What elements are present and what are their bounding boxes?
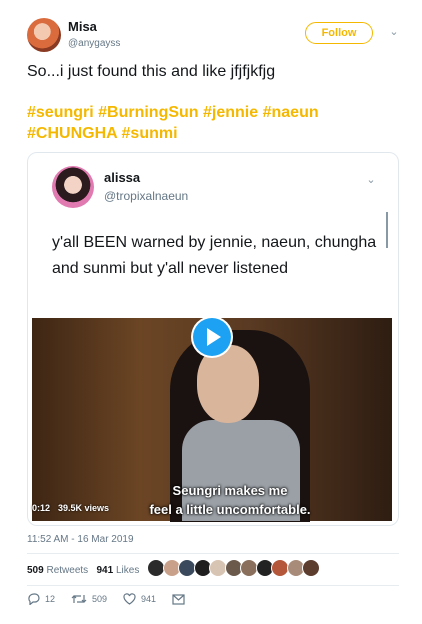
retweet-action-count: 509 xyxy=(92,594,108,604)
scrollbar[interactable] xyxy=(386,212,388,248)
envelope-icon xyxy=(172,593,185,605)
reply-count: 12 xyxy=(45,594,56,604)
retweets-label[interactable]: Retweets xyxy=(46,565,88,576)
heart-icon xyxy=(123,593,136,605)
tweet-text: So...i just found this and like jfjfjkfj… xyxy=(27,63,276,80)
chevron-down-icon[interactable]: ⌄ xyxy=(388,26,400,38)
liker-avatars[interactable] xyxy=(147,559,322,579)
quoted-avatar[interactable] xyxy=(52,166,94,208)
quoted-name[interactable]: alissa xyxy=(104,170,140,185)
subtitle-line-1: Seungri makes me xyxy=(172,483,288,498)
like-action-count: 941 xyxy=(141,594,157,604)
subtitle-line-2: feel a little uncomfortable. xyxy=(149,502,311,517)
author-handle[interactable]: @anygayss xyxy=(68,38,120,49)
quoted-text: y'all BEEN warned by jennie, naeun, chun… xyxy=(52,234,377,277)
video-views: 39.5K views xyxy=(58,503,110,513)
like-action[interactable]: 941 xyxy=(123,593,156,605)
video-subtitle: Seungri makes me feel a little uncomfort… xyxy=(110,481,350,519)
quoted-handle[interactable]: @tropixalnaeun xyxy=(104,189,188,203)
likes-label[interactable]: Likes xyxy=(116,565,139,576)
play-icon xyxy=(207,328,221,346)
video-frame-face xyxy=(197,345,259,423)
tweet-stats: 509 Retweets 941 Likes xyxy=(27,565,139,576)
author-avatar[interactable] xyxy=(27,18,61,52)
tweet-hashtags[interactable]: #seungri #BurningSun #jennie #naeun #CHU… xyxy=(27,102,387,144)
retweet-icon xyxy=(71,595,87,603)
liker-avatar[interactable] xyxy=(302,559,320,577)
chevron-down-icon[interactable]: ⌄ xyxy=(365,174,377,186)
reply-icon xyxy=(28,593,40,605)
like-count[interactable]: 941 xyxy=(97,565,114,576)
video-duration: 0:12 xyxy=(32,503,51,513)
retweet-action[interactable]: 509 xyxy=(71,593,107,605)
play-button[interactable] xyxy=(193,318,231,356)
video-meta: 0:12 39.5K views xyxy=(32,503,117,513)
tweet-timestamp[interactable]: 11:52 AM - 16 Mar 2019 xyxy=(27,534,134,545)
divider xyxy=(27,585,399,586)
follow-button[interactable]: Follow xyxy=(305,22,373,44)
message-action[interactable] xyxy=(172,593,190,605)
action-bar: 12 509 941 xyxy=(27,593,206,605)
reply-action[interactable]: 12 xyxy=(27,593,55,605)
author-name[interactable]: Misa xyxy=(68,19,97,34)
divider xyxy=(27,553,399,554)
retweet-count[interactable]: 509 xyxy=(27,565,44,576)
